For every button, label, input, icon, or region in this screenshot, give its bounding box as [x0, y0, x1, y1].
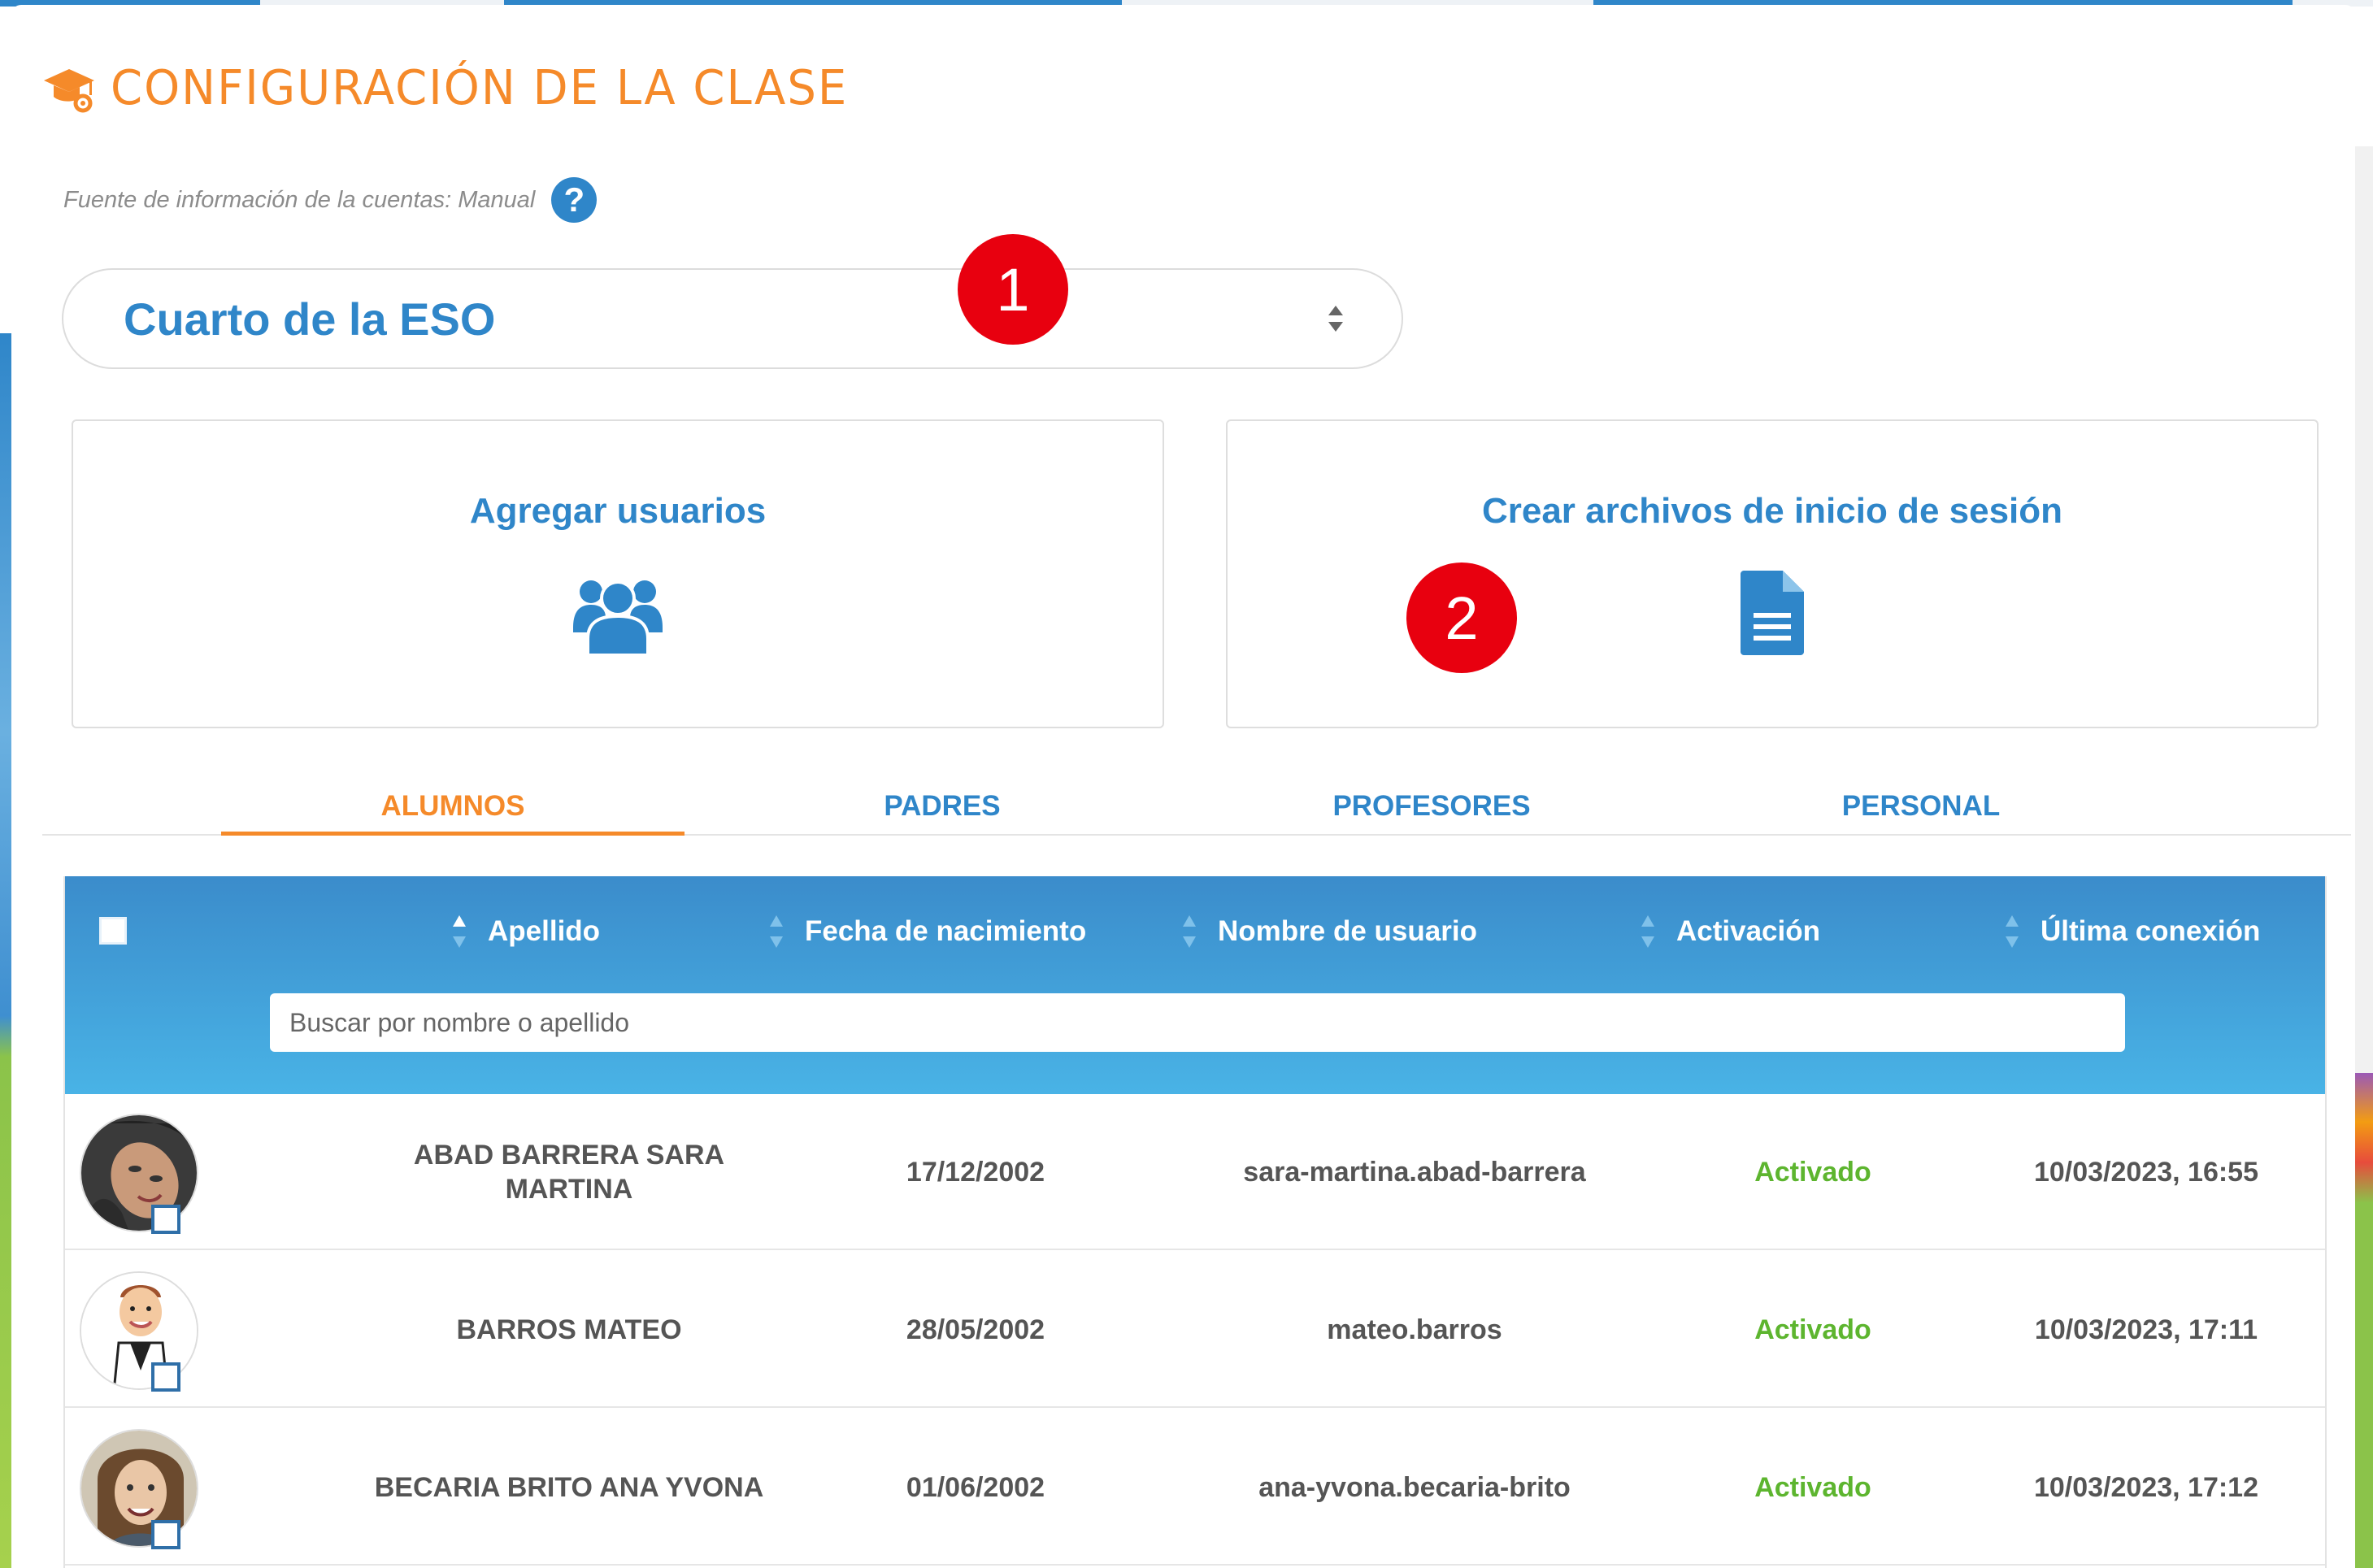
column-header-usuario[interactable]: Nombre de usuario [1182, 907, 1477, 956]
column-label: Nombre de usuario [1218, 915, 1477, 947]
row-checkbox[interactable] [151, 1362, 180, 1392]
select-all-checkbox[interactable] [99, 917, 127, 945]
background-right-strip [2355, 0, 2373, 1568]
avatar [80, 1429, 198, 1548]
account-source-line: Fuente de información de la cuentas: Man… [63, 177, 598, 223]
add-users-card[interactable]: Agregar usuarios [72, 419, 1164, 728]
tab-profesores[interactable]: PROFESORES [1200, 777, 1663, 836]
cell-usuario: mateo.barros [1327, 1314, 1502, 1345]
row-checkbox[interactable] [151, 1205, 180, 1234]
tab-alumnos[interactable]: ALUMNOS [221, 777, 685, 836]
column-header-ultima-conexion[interactable]: Última conexión [2005, 907, 2260, 956]
create-login-files-card[interactable]: Crear archivos de inicio de sesión [1226, 419, 2319, 728]
sort-icon [453, 915, 466, 948]
select-arrows-icon [1328, 306, 1343, 332]
user-type-tabs: ALUMNOS PADRES PROFESORES PERSONAL [42, 777, 2351, 836]
class-select-value: Cuarto de la ESO [124, 293, 496, 345]
step-badge-2: 2 [1406, 562, 1517, 673]
avatar [80, 1114, 198, 1232]
cell-ultima-conexion: 10/03/2023, 17:12 [2033, 1472, 2259, 1503]
sort-icon [770, 915, 783, 948]
avatar-cartoon [81, 1273, 197, 1388]
sort-icon [1641, 915, 1654, 948]
cell-usuario: ana-yvona.becaria-brito [1258, 1472, 1571, 1503]
search-input[interactable] [270, 993, 2125, 1052]
graduation-cap-gear-icon [44, 68, 94, 112]
cell-apellido: ABAD BARRERA SARA MARTINA [413, 1140, 725, 1205]
class-select[interactable]: Cuarto de la ESO [62, 268, 1403, 369]
cell-activacion: Activado [1754, 1157, 1871, 1188]
cell-ultima-conexion: 10/03/2023, 16:55 [2033, 1157, 2259, 1188]
page-title-text: CONFIGURACIÓN DE LA CLASE [111, 60, 849, 116]
table-row[interactable]: ABAD BARRERA SARA MARTINA 17/12/2002 sar… [65, 1094, 2325, 1250]
avatar [80, 1271, 198, 1390]
step-badge-1: 1 [958, 234, 1068, 345]
sort-icon [2006, 915, 2019, 948]
add-users-label: Agregar usuarios [469, 491, 767, 531]
users-icon [573, 580, 663, 655]
students-table: Apellido Fecha de nacimiento Nombre de u… [63, 876, 2327, 1568]
avatar-photo [81, 1115, 197, 1231]
sort-icon [1183, 915, 1196, 948]
column-label: Última conexión [2041, 915, 2261, 947]
table-header: Apellido Fecha de nacimiento Nombre de u… [65, 876, 2325, 1094]
help-icon[interactable]: ? [551, 177, 598, 223]
account-source-text: Fuente de información de la cuentas: Man… [63, 186, 536, 213]
cell-usuario: sara-martina.abad-barrera [1243, 1157, 1586, 1188]
tab-personal[interactable]: PERSONAL [1689, 777, 2153, 836]
cell-apellido: BECARIA BRITO ANA YVONA [374, 1472, 764, 1503]
background-left-strip [0, 0, 11, 1568]
column-label: Apellido [488, 915, 601, 947]
cell-fecha: 01/06/2002 [906, 1472, 1045, 1503]
table-row[interactable]: BARROS MATEO 28/05/2002 mateo.barros Act… [65, 1252, 2325, 1408]
column-label: Fecha de nacimiento [805, 915, 1087, 947]
column-header-activacion[interactable]: Activación [1641, 907, 1820, 956]
avatar-photo [81, 1431, 197, 1546]
column-header-apellido[interactable]: Apellido [452, 907, 600, 956]
page-title: CONFIGURACIÓN DE LA CLASE [42, 60, 849, 116]
tab-padres[interactable]: PADRES [711, 777, 1174, 836]
cell-apellido: BARROS MATEO [456, 1314, 682, 1345]
cell-fecha: 17/12/2002 [906, 1157, 1045, 1188]
cell-ultima-conexion: 10/03/2023, 17:11 [2034, 1314, 2258, 1345]
create-login-files-label: Crear archivos de inicio de sesión [1481, 491, 2063, 531]
cell-fecha: 28/05/2002 [906, 1314, 1045, 1345]
column-header-fecha[interactable]: Fecha de nacimiento [769, 907, 1086, 956]
row-checkbox[interactable] [151, 1520, 180, 1549]
class-settings-panel: CONFIGURACIÓN DE LA CLASE Fuente de info… [11, 5, 2355, 1568]
column-label: Activación [1676, 915, 1820, 947]
cell-activacion: Activado [1754, 1472, 1871, 1503]
document-icon [1741, 571, 1804, 655]
table-row[interactable]: BECARIA BRITO ANA YVONA 01/06/2002 ana-y… [65, 1409, 2325, 1566]
cell-activacion: Activado [1754, 1314, 1871, 1345]
